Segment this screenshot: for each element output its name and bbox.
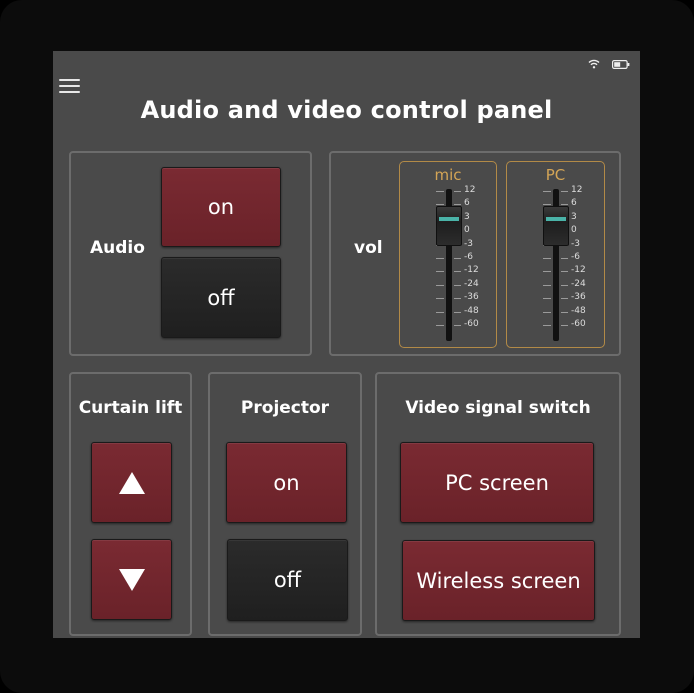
fader-tick	[543, 191, 551, 192]
fader-tick-label: -6	[464, 252, 473, 262]
fader-tick-label: 3	[571, 211, 577, 222]
fader-tick	[436, 284, 444, 286]
control-screen: Audio and video control panel Audio on o…	[53, 51, 640, 638]
battery-icon	[612, 59, 630, 69]
volume-panel: vol mic 12 6 3 0 -3 -6 -12 -24 -36 -48 -60 PC 12 6 3…	[329, 151, 621, 356]
curtain-up-button[interactable]	[91, 442, 172, 523]
fader-tick-label: -36	[464, 292, 479, 303]
fader-tick	[454, 191, 461, 192]
fader-tick-label: 12	[464, 185, 476, 195]
fader-tick-label: -36	[571, 292, 586, 303]
pc-fader: PC 12 6 3 0 -3 -6 -12 -24 -36 -48 -60	[506, 161, 605, 348]
fader-tick-label: -12	[571, 265, 586, 276]
device-bezel: Audio and video control panel Audio on o…	[0, 0, 694, 693]
fader-tick	[436, 258, 444, 259]
curtain-down-button[interactable]	[91, 539, 172, 620]
fader-tick-label: -24	[464, 278, 479, 289]
fader-tick-label: 12	[571, 185, 583, 195]
projector-on-button[interactable]: on	[226, 442, 347, 523]
fader-tick	[436, 311, 444, 313]
fader-tick-label: -60	[464, 319, 479, 329]
fader-tick	[561, 191, 568, 192]
fader-tick	[561, 258, 568, 259]
fader-tick	[561, 284, 568, 286]
fader-tick-label: 6	[464, 198, 470, 209]
curtain-panel: Curtain lift	[69, 372, 192, 636]
fader-tick	[561, 271, 568, 273]
audio-panel: Audio on off	[69, 151, 312, 356]
volume-label: vol	[354, 238, 383, 258]
fader-tick	[543, 284, 551, 286]
fader-tick	[454, 298, 461, 300]
fader-tick	[454, 284, 461, 286]
page-title: Audio and video control panel	[140, 96, 553, 124]
projector-label: Projector	[240, 398, 330, 418]
fader-tick	[436, 298, 444, 300]
fader-tick	[543, 298, 551, 300]
wireless-screen-button[interactable]: Wireless screen	[402, 540, 595, 621]
fader-tick-label: -3	[464, 238, 473, 249]
video-switch-label: Video signal switch	[405, 398, 591, 418]
fader-tick-label: -3	[571, 238, 580, 249]
fader-tick	[436, 271, 444, 273]
mic-fader: mic 12 6 3 0 -3 -6 -12 -24 -36 -48 -60	[399, 161, 497, 348]
fader-tick	[543, 311, 551, 313]
fader-tick	[454, 311, 461, 313]
wifi-icon	[588, 59, 600, 69]
fader-tick	[454, 271, 461, 273]
arrow-down-icon	[118, 568, 145, 591]
fader-tick-label: 0	[571, 225, 577, 236]
pc-screen-button[interactable]: PC screen	[400, 442, 594, 523]
fader-knob[interactable]	[543, 205, 569, 246]
arrow-up-icon	[118, 471, 145, 494]
fader-tick-label: 6	[571, 198, 577, 209]
fader-tick	[543, 271, 551, 273]
projector-off-button[interactable]: off	[227, 539, 348, 621]
fader-tick	[561, 325, 568, 326]
fader-tick-label: -12	[464, 265, 479, 276]
fader-tick-label: -6	[571, 252, 580, 262]
audio-off-button[interactable]: off	[161, 257, 281, 338]
hamburger-menu-icon[interactable]	[59, 79, 81, 95]
fader-tick-label: 3	[464, 211, 470, 222]
fader-tick	[436, 325, 444, 326]
fader-tick	[561, 298, 568, 300]
fader-tick	[543, 325, 551, 326]
video-switch-panel: Video signal switch PC screen Wireless s…	[375, 372, 621, 636]
mic-fader-label: mic	[434, 166, 462, 184]
fader-knob[interactable]	[436, 205, 462, 246]
pc-fader-label: PC	[545, 166, 566, 184]
fader-tick	[454, 325, 461, 326]
fader-tick	[436, 191, 444, 192]
audio-label: Audio	[90, 238, 145, 258]
projector-panel: Projector on off	[208, 372, 362, 636]
fader-tick	[561, 311, 568, 313]
fader-tick-label: -24	[571, 278, 586, 289]
fader-tick-label: 0	[464, 225, 470, 236]
fader-tick-label: -48	[571, 305, 586, 316]
curtain-label: Curtain lift	[78, 398, 183, 418]
fader-tick-label: -48	[464, 305, 479, 316]
audio-on-button[interactable]: on	[161, 167, 281, 247]
fader-tick-label: -60	[571, 319, 586, 329]
fader-tick	[454, 258, 461, 259]
fader-tick	[543, 258, 551, 259]
status-bar	[588, 57, 630, 71]
